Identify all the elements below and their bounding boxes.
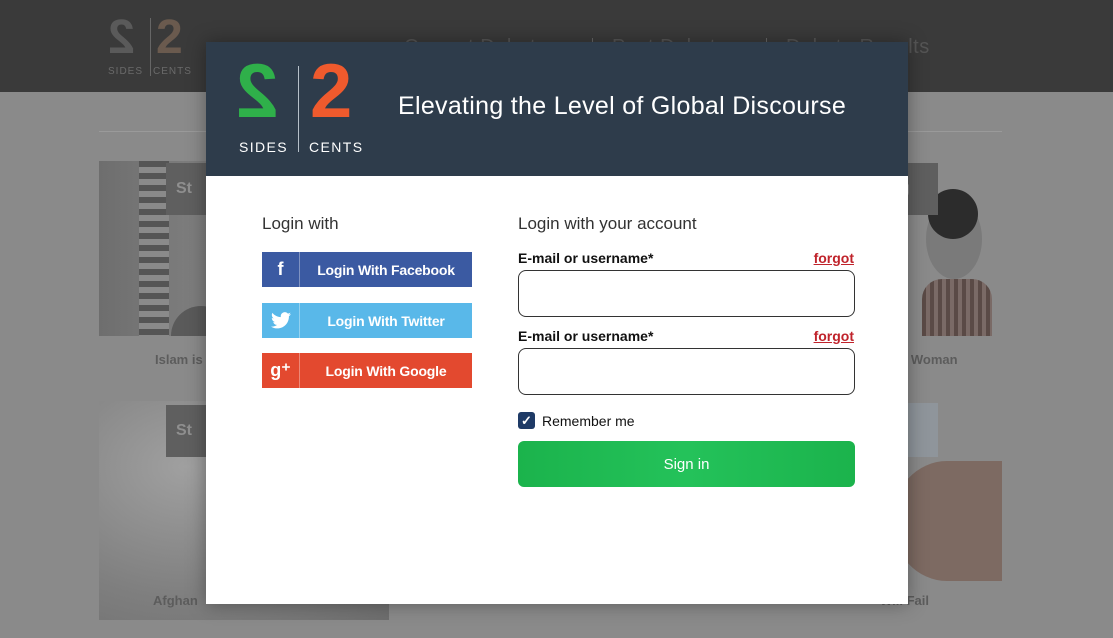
facebook-login-button[interactable]: f Login With Facebook — [262, 252, 472, 287]
remember-me[interactable]: ✓ Remember me — [518, 412, 635, 429]
forgot-link[interactable]: forgot — [814, 250, 854, 266]
logo-cents-text: CENTS — [309, 139, 364, 155]
google-login-label: Login With Google — [325, 362, 447, 379]
second-credential-label: E-mail or username* — [518, 328, 654, 344]
logo-sides-text: SIDES — [239, 139, 289, 155]
remember-me-label: Remember me — [542, 412, 635, 429]
twitter-bird-icon — [270, 312, 291, 329]
image-detail — [892, 461, 1002, 581]
email-label: E-mail or username* — [518, 250, 654, 266]
forgot-link[interactable]: forgot — [814, 328, 854, 344]
logo-right-numeral: 2 — [156, 11, 183, 64]
card-caption[interactable]: Islam is — [155, 352, 203, 367]
remember-me-checkbox[interactable]: ✓ — [518, 412, 535, 429]
image-detail — [139, 161, 169, 336]
logo-orange-numeral: 2 — [310, 49, 353, 134]
login-modal: 2 2 SIDES CENTS Elevating the Level of G… — [206, 42, 908, 604]
image-detail — [922, 279, 992, 336]
twitter-login-button[interactable]: Login With Twitter — [262, 303, 472, 338]
tagline: Elevating the Level of Global Discourse — [398, 92, 847, 120]
logo-left-numeral: 2 — [108, 11, 135, 64]
logo-divider — [298, 66, 299, 152]
logo-cents-text: CENTS — [153, 66, 192, 77]
logo-divider — [150, 18, 151, 76]
account-login-title: Login with your account — [518, 214, 697, 233]
google-login-button[interactable]: g⁺ Login With Google — [262, 353, 472, 388]
logo-sides-text: SIDES — [108, 66, 144, 77]
brand-logo: 2 2 SIDES CENTS — [236, 49, 376, 158]
twitter-icon — [262, 303, 300, 338]
facebook-login-label: Login With Facebook — [317, 261, 455, 278]
email-input[interactable] — [518, 270, 855, 317]
card-caption[interactable]: Afghan — [153, 593, 198, 608]
modal-header: 2 2 SIDES CENTS Elevating the Level of G… — [206, 42, 908, 176]
google-plus-icon: g⁺ — [262, 353, 300, 388]
site-logo[interactable]: 2 2 SIDES CENTS — [104, 11, 194, 80]
second-credential-input[interactable] — [518, 348, 855, 395]
social-login-title: Login with — [262, 214, 339, 233]
logo-green-numeral: 2 — [236, 49, 279, 134]
sign-in-button[interactable]: Sign in — [518, 441, 855, 487]
facebook-icon: f — [262, 252, 300, 287]
twitter-login-label: Login With Twitter — [327, 312, 445, 329]
